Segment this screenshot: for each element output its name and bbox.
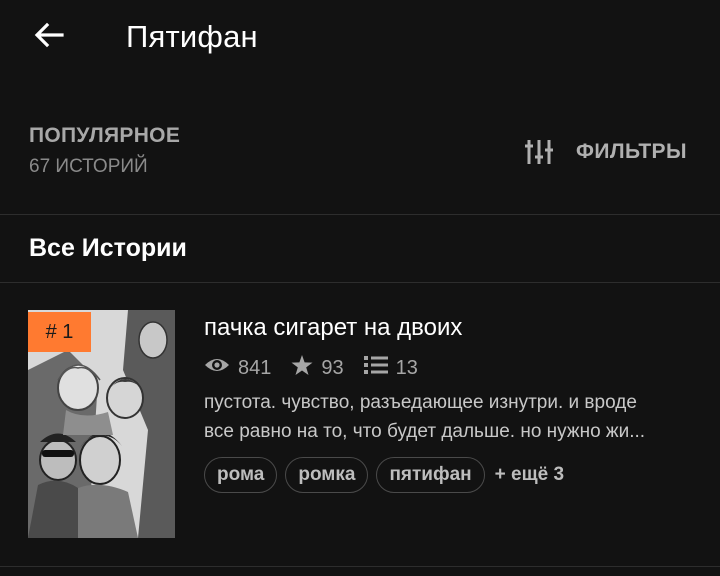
arrow-left-icon <box>34 22 64 53</box>
views-count: 841 <box>238 356 272 379</box>
top-bar: Пятифан <box>0 0 720 74</box>
tag-chip[interactable]: ромка <box>285 457 369 493</box>
description-line: все равно на то, что будет дальше. но ну… <box>204 421 646 442</box>
filters-button[interactable]: ФИЛЬТРЫ <box>522 132 687 172</box>
story-card[interactable]: # 1 пачка сигарет на двоих 841 93 13 пус… <box>0 300 720 550</box>
sort-label: ПОПУЛЯРНОЕ <box>29 124 181 147</box>
votes-count: 93 <box>321 356 344 379</box>
divider <box>0 566 720 567</box>
app-root: Пятифан ПОПУЛЯРНОЕ 67 ИСТОРИЙ ФИЛЬТРЫ Вс… <box>0 0 720 576</box>
rank-badge: # 1 <box>28 312 91 352</box>
story-title[interactable]: пачка сигарет на двоих <box>204 314 462 342</box>
divider <box>0 214 720 215</box>
page-title: Пятифан <box>126 19 258 54</box>
parts-stat: 13 <box>363 355 418 381</box>
description-line: пустота. чувство, разъедающее изнутри. и… <box>204 392 637 413</box>
tag-chip[interactable]: пятифан <box>376 457 485 493</box>
tag-chip[interactable]: рома <box>204 457 278 493</box>
list-icon <box>363 355 396 381</box>
section-header: ПОПУЛЯРНОЕ 67 ИСТОРИЙ ФИЛЬТРЫ <box>0 110 720 210</box>
story-description: пустота. чувство, разъедающее изнутри. и… <box>204 388 694 446</box>
story-stats: 841 93 13 <box>204 353 438 383</box>
filters-label: ФИЛЬТРЫ <box>576 140 687 163</box>
votes-stat: 93 <box>291 354 344 382</box>
all-stories-heading: Все Истории <box>29 234 187 262</box>
star-icon <box>291 354 321 382</box>
eye-icon <box>204 356 238 380</box>
back-button[interactable] <box>22 16 76 58</box>
more-tags-link[interactable]: + ещё 3 <box>495 464 564 486</box>
sliders-icon <box>522 136 556 168</box>
views-stat: 841 <box>204 356 271 380</box>
divider <box>0 282 720 283</box>
story-tags: рома ромка пятифан + ещё 3 <box>204 457 564 493</box>
stories-count: 67 ИСТОРИЙ <box>29 156 148 177</box>
parts-count: 13 <box>395 356 418 379</box>
